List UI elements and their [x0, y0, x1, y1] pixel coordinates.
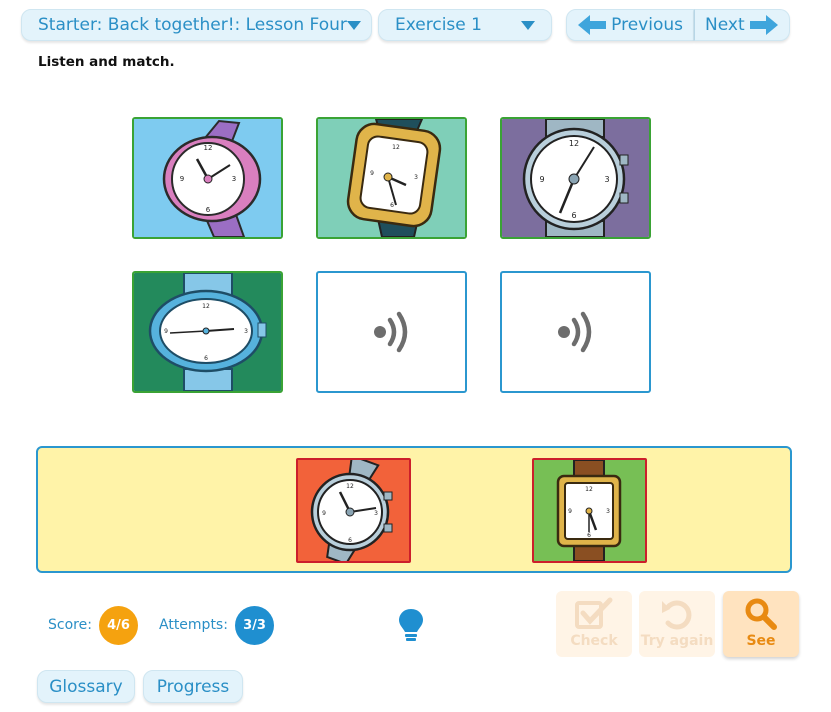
magnifier-icon [745, 598, 777, 630]
next-button[interactable]: Next [694, 9, 790, 41]
pager: Previous Next [566, 9, 790, 41]
try-again-button[interactable]: Try again [639, 591, 715, 657]
svg-text:3: 3 [244, 328, 248, 335]
check-button[interactable]: Check [556, 591, 632, 657]
silver-round-watch-image: 12 3 6 9 [502, 119, 649, 237]
match-card-blue-watch[interactable]: 12 3 6 9 [132, 271, 283, 393]
check-label: Check [570, 633, 618, 649]
answer-tray: 12 3 6 9 12 3 6 9 [36, 446, 792, 573]
gold-square-brown-strap-watch-image: 12 3 6 9 [534, 460, 645, 561]
svg-text:6: 6 [206, 206, 211, 214]
svg-text:6: 6 [204, 355, 208, 362]
svg-text:9: 9 [322, 510, 326, 517]
lightbulb-icon[interactable] [398, 608, 424, 644]
svg-text:3: 3 [606, 508, 610, 515]
retry-icon [662, 600, 692, 630]
chevron-down-icon [521, 20, 535, 30]
svg-text:9: 9 [370, 170, 374, 177]
svg-text:3: 3 [374, 510, 378, 517]
previous-label: Previous [611, 15, 683, 35]
lesson-select[interactable]: Starter: Back together!: Lesson Four [21, 9, 372, 41]
see-label: See [746, 633, 776, 649]
svg-text:6: 6 [587, 532, 591, 539]
glossary-button[interactable]: Glossary [37, 670, 135, 703]
gold-rectangular-watch-image: 12 3 6 9 [318, 119, 465, 237]
audio-icon[interactable] [370, 310, 414, 354]
attempts-badge: 3/3 [235, 606, 274, 645]
svg-text:12: 12 [585, 486, 593, 493]
chevron-down-icon [346, 20, 361, 30]
svg-text:12: 12 [202, 303, 210, 310]
svg-text:12: 12 [204, 144, 213, 152]
svg-text:3: 3 [414, 174, 418, 181]
exercise-select[interactable]: Exercise 1 [378, 9, 552, 41]
svg-text:3: 3 [232, 175, 236, 183]
arrow-left-icon [578, 15, 606, 35]
drop-slot-audio-2[interactable] [500, 271, 651, 393]
draggable-card-gold-square-watch[interactable]: 12 3 6 9 [532, 458, 647, 563]
drop-slot-audio-1[interactable] [316, 271, 467, 393]
previous-button[interactable]: Previous [566, 9, 694, 41]
match-card-pink-watch[interactable]: 12 3 6 9 [132, 117, 283, 239]
check-icon [575, 597, 613, 629]
score-badge: 4/6 [99, 606, 138, 645]
instruction-text: Listen and match. [38, 54, 175, 70]
lesson-select-label: Starter: Back together!: Lesson Four [38, 15, 347, 35]
svg-text:9: 9 [180, 175, 184, 183]
match-card-gold-watch[interactable]: 12 3 6 9 [316, 117, 467, 239]
svg-text:12: 12 [346, 483, 354, 490]
match-card-silver-watch[interactable]: 12 3 6 9 [500, 117, 651, 239]
draggable-card-silver-watch[interactable]: 12 3 6 9 [296, 458, 411, 563]
svg-text:6: 6 [348, 537, 352, 544]
score-label: Score: [48, 617, 92, 633]
see-answer-button[interactable]: See [723, 591, 799, 657]
svg-text:12: 12 [392, 144, 400, 151]
silver-tilted-watch-image: 12 3 6 9 [298, 460, 409, 561]
attempts-label: Attempts: [159, 617, 228, 633]
svg-text:6: 6 [390, 202, 394, 209]
progress-button[interactable]: Progress [143, 670, 243, 703]
svg-text:9: 9 [568, 508, 572, 515]
svg-text:9: 9 [164, 328, 168, 335]
try-again-label: Try again [640, 633, 714, 649]
svg-text:9: 9 [539, 175, 544, 184]
pink-wristwatch-image: 12 3 6 9 [134, 119, 281, 237]
exercise-select-label: Exercise 1 [395, 15, 482, 35]
next-label: Next [705, 15, 745, 35]
svg-text:3: 3 [604, 175, 609, 184]
arrow-right-icon [750, 15, 778, 35]
blue-oval-watch-image: 12 3 6 9 [134, 273, 281, 391]
audio-icon[interactable] [554, 310, 598, 354]
svg-text:12: 12 [569, 139, 579, 148]
svg-text:6: 6 [571, 211, 576, 220]
